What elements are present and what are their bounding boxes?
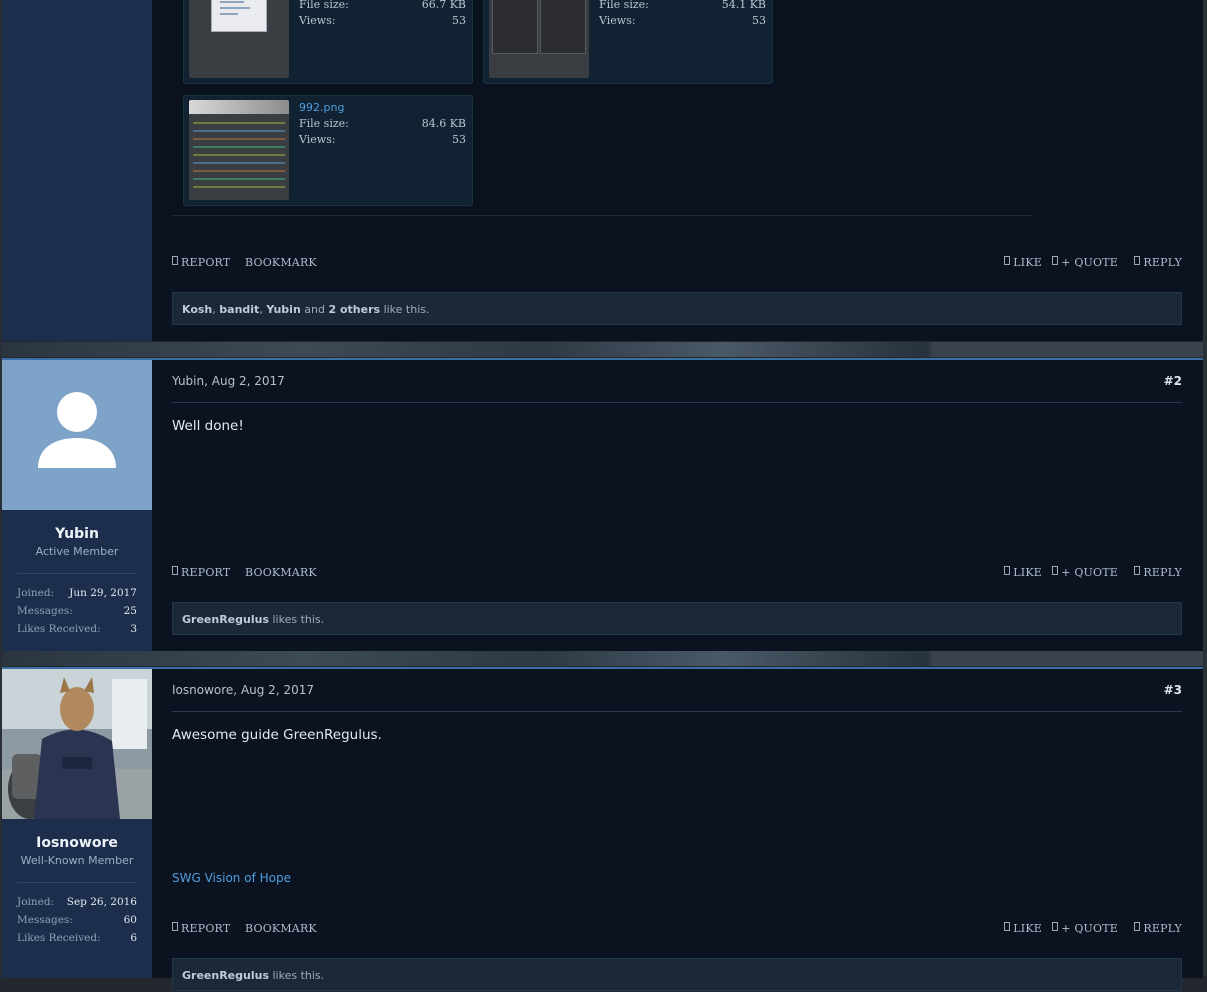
- likes-summary: GreenRegulus likes this.: [172, 958, 1182, 991]
- file-size-label: File size:: [299, 117, 349, 130]
- post-header: Iosnowore, Aug 2, 2017 #3: [172, 683, 1182, 712]
- views-label: Views:: [299, 133, 336, 146]
- file-size-label: File size:: [299, 0, 349, 11]
- reply-icon: [1134, 566, 1141, 575]
- avatar[interactable]: [2, 669, 152, 819]
- post-message: Awesome guide GreenRegulus.: [172, 727, 382, 743]
- like-link[interactable]: LIKE: [1004, 256, 1042, 269]
- post-date-link[interactable]: Aug 2, 2017: [241, 683, 314, 697]
- post-date-link[interactable]: Aug 2, 2017: [212, 374, 285, 388]
- attachment-item[interactable]: 992.png File size: 84.6 KB Views: 53: [183, 95, 473, 206]
- post-actions: REPORT BOOKMARK LIKE + QUOTE REPLY: [172, 566, 1182, 582]
- reply-link[interactable]: REPLY: [1134, 566, 1182, 579]
- avatar[interactable]: [2, 360, 152, 510]
- file-size-value: 66.7 KB: [421, 0, 466, 11]
- post-1: File size: 66.7 KB Views: 53 File size: 54.…: [2, 0, 1203, 341]
- attachment-meta: File size: 54.1 KB Views: 53: [599, 0, 766, 29]
- post-3: Iosnowore Well-Known Member Joined: Sep 2…: [2, 667, 1203, 991]
- post-header: Yubin, Aug 2, 2017 #2: [172, 374, 1182, 403]
- user-stats: Joined: Jun 29, 2017 Messages: 25 Likes Re…: [17, 573, 137, 638]
- reply-icon: [1134, 256, 1141, 265]
- attachment-filename-link[interactable]: 992.png: [299, 100, 344, 116]
- user-stats: Joined: Sep 26, 2016 Messages: 60 Likes Re…: [17, 882, 137, 947]
- bookmark-link[interactable]: BOOKMARK: [245, 922, 317, 935]
- file-size-label: File size:: [599, 0, 649, 11]
- messages-count-link[interactable]: 25: [124, 602, 137, 620]
- bookmark-link[interactable]: BOOKMARK: [245, 256, 317, 269]
- post-content: Iosnowore, Aug 2, 2017 #3 Awesome guide …: [152, 669, 1203, 991]
- reply-link[interactable]: REPLY: [1134, 922, 1182, 935]
- post-author-link[interactable]: Yubin: [172, 374, 204, 388]
- username-link[interactable]: Yubin: [2, 526, 152, 542]
- reply-link[interactable]: REPLY: [1134, 256, 1182, 269]
- post-number-link[interactable]: #2: [1164, 374, 1182, 388]
- post-actions: REPORT BOOKMARK LIKE + QUOTE REPLY: [172, 256, 1182, 272]
- thumbnail-dialog: [211, 0, 267, 32]
- user-title: Well-Known Member: [20, 854, 134, 867]
- username-link[interactable]: Iosnowore: [2, 835, 152, 851]
- bookmark-link[interactable]: BOOKMARK: [245, 566, 317, 579]
- liker-link[interactable]: Kosh: [182, 303, 212, 316]
- quote-icon: [1052, 256, 1059, 265]
- post-author-link[interactable]: Iosnowore: [172, 683, 233, 697]
- attachment-item[interactable]: File size: 54.1 KB Views: 53: [483, 0, 773, 84]
- post-actions: REPORT BOOKMARK LIKE + QUOTE REPLY: [172, 922, 1182, 938]
- attachment-meta: 992.png File size: 84.6 KB Views: 53: [299, 100, 466, 148]
- liker-link[interactable]: GreenRegulus: [182, 613, 269, 626]
- attachment-meta: File size: 66.7 KB Views: 53: [299, 0, 466, 29]
- like-icon: [1004, 922, 1011, 931]
- user-silhouette-icon: [38, 392, 116, 468]
- user-title: Active Member: [35, 545, 119, 558]
- file-size-value: 84.6 KB: [421, 117, 466, 130]
- like-link[interactable]: LIKE: [1004, 922, 1042, 935]
- report-icon: [172, 256, 178, 265]
- views-label: Views:: [299, 14, 336, 27]
- character-portrait-icon: [2, 669, 152, 819]
- attachments-block: File size: 66.7 KB Views: 53 File size: 54.…: [172, 0, 1032, 216]
- report-link[interactable]: REPORT: [172, 922, 230, 935]
- liker-link[interactable]: bandit: [219, 303, 259, 316]
- views-label: Views:: [599, 14, 636, 27]
- quote-link[interactable]: + QUOTE: [1052, 566, 1118, 579]
- report-icon: [172, 566, 178, 575]
- page-edge-right: [1203, 0, 1207, 976]
- signature-link[interactable]: SWG Vision of Hope: [172, 871, 291, 885]
- report-icon: [172, 922, 178, 931]
- report-link[interactable]: REPORT: [172, 566, 230, 579]
- liker-link[interactable]: Yubin: [266, 303, 300, 316]
- like-icon: [1004, 256, 1011, 265]
- quote-link[interactable]: + QUOTE: [1052, 256, 1118, 269]
- post-separator: [2, 342, 1203, 357]
- post-2: Yubin Active Member Joined: Jun 29, 2017 …: [2, 358, 1203, 653]
- likers-others-link[interactable]: 2 others: [329, 303, 381, 316]
- attachment-item[interactable]: File size: 66.7 KB Views: 53: [183, 0, 473, 84]
- views-value: 53: [752, 14, 766, 27]
- attachment-thumbnail[interactable]: [189, 100, 289, 200]
- post-content: File size: 66.7 KB Views: 53 File size: 54.…: [152, 0, 1203, 341]
- reply-icon: [1134, 922, 1141, 931]
- quote-icon: [1052, 922, 1059, 931]
- report-link[interactable]: REPORT: [172, 256, 230, 269]
- likes-summary: GreenRegulus likes this.: [172, 602, 1182, 635]
- likes-summary: Kosh, bandit, Yubin and 2 others like th…: [172, 292, 1182, 325]
- attachment-thumbnail[interactable]: [489, 0, 589, 78]
- views-value: 53: [452, 133, 466, 146]
- attachment-thumbnail[interactable]: [189, 0, 289, 78]
- post-number-link[interactable]: #3: [1164, 683, 1182, 697]
- user-column: [2, 0, 152, 341]
- file-size-value: 54.1 KB: [721, 0, 766, 11]
- post-message: Well done!: [172, 418, 244, 434]
- user-column: Yubin Active Member Joined: Jun 29, 2017 …: [2, 360, 152, 653]
- like-icon: [1004, 566, 1011, 575]
- post-content: Yubin, Aug 2, 2017 #2 Well done! REPORT …: [152, 360, 1203, 653]
- views-value: 53: [452, 14, 466, 27]
- user-column: Iosnowore Well-Known Member Joined: Sep 2…: [2, 669, 152, 978]
- quote-link[interactable]: + QUOTE: [1052, 922, 1118, 935]
- quote-icon: [1052, 566, 1059, 575]
- like-link[interactable]: LIKE: [1004, 566, 1042, 579]
- messages-count-link[interactable]: 60: [124, 911, 137, 929]
- post-separator: [2, 651, 1203, 666]
